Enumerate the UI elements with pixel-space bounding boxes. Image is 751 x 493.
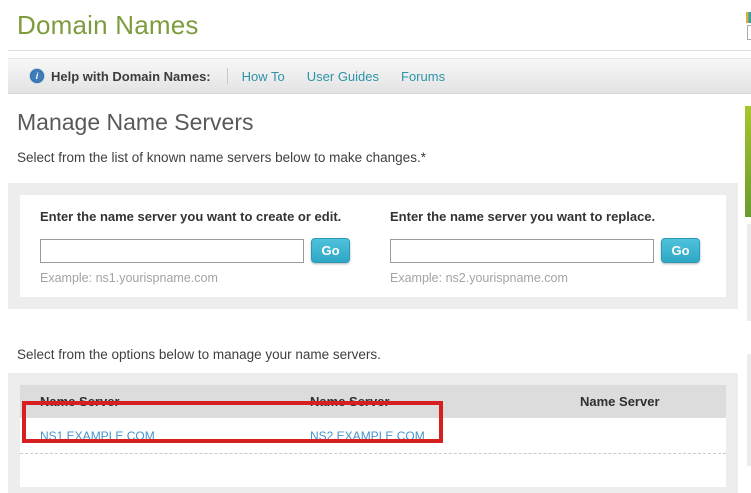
help-bar-divider [227, 68, 228, 84]
intro-text: Select from the list of known name serve… [17, 150, 751, 165]
table-header-name-server-3: Name Server [560, 394, 726, 409]
replace-label: Enter the name server you want to replac… [390, 209, 720, 224]
title-divider [8, 50, 751, 51]
create-edit-label: Enter the name server you want to create… [40, 209, 390, 224]
table-header-name-server-2: Name Server [290, 394, 560, 409]
page-title: Domain Names [17, 10, 751, 41]
replace-go-button[interactable]: Go [661, 238, 700, 263]
name-servers-table-panel: Name Server Name Server Name Server NS1.… [8, 373, 738, 493]
table-header-name-server-1: Name Server [20, 394, 290, 409]
help-link-user-guides[interactable]: User Guides [307, 69, 379, 84]
table-header-row: Name Server Name Server Name Server [20, 385, 726, 418]
help-link-forums[interactable]: Forums [401, 69, 445, 84]
name-server-forms-inner: Enter the name server you want to create… [20, 195, 726, 297]
create-edit-go-button[interactable]: Go [311, 238, 350, 263]
replace-input[interactable] [390, 239, 654, 263]
name-server-forms-panel: Enter the name server you want to create… [8, 183, 738, 309]
replace-example: Example: ns2.yourispname.com [390, 271, 720, 285]
table-row: NS1.EXAMPLE.COM NS2.EXAMPLE.COM [20, 418, 726, 454]
ns1-link[interactable]: NS1.EXAMPLE.COM [40, 429, 155, 443]
replace-form: Enter the name server you want to replac… [390, 205, 720, 285]
help-bar-label: Help with Domain Names: [51, 69, 211, 84]
cutoff-sidebar-panel-1 [747, 224, 751, 321]
create-edit-example: Example: ns1.yourispname.com [40, 271, 390, 285]
table-row-empty [20, 454, 726, 487]
help-link-how-to[interactable]: How To [242, 69, 285, 84]
cutoff-sidebar-panel-2 [747, 354, 751, 466]
cutoff-input-fragment [747, 25, 751, 40]
cutoff-logo-icon [746, 12, 751, 23]
help-bar: i Help with Domain Names: How To User Gu… [8, 58, 751, 94]
ns2-link[interactable]: NS2.EXAMPLE.COM [310, 429, 425, 443]
name-servers-table: Name Server Name Server Name Server NS1.… [20, 385, 726, 487]
create-edit-input[interactable] [40, 239, 304, 263]
create-edit-form: Enter the name server you want to create… [40, 205, 390, 285]
options-intro: Select from the options below to manage … [17, 347, 751, 362]
section-heading: Manage Name Servers [17, 109, 751, 136]
cutoff-green-banner [745, 106, 751, 217]
info-icon: i [30, 69, 44, 83]
